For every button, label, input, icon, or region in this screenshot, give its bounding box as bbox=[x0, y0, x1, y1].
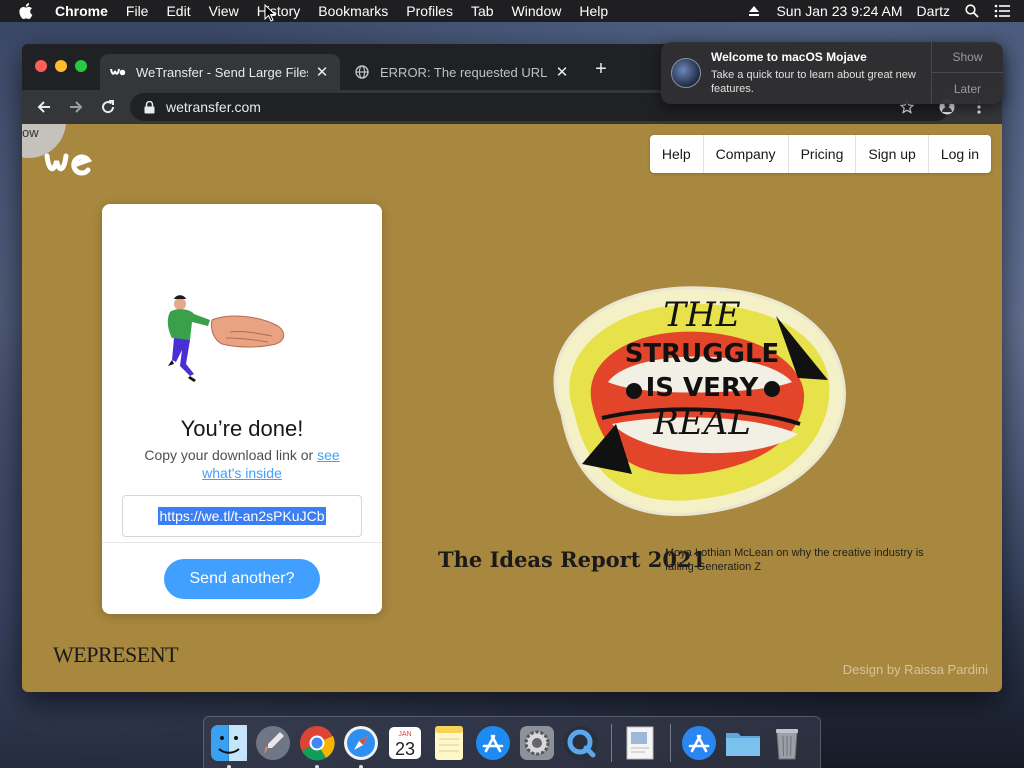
minimize-window-button[interactable] bbox=[55, 60, 67, 72]
new-tab-icon[interactable]: + bbox=[592, 59, 610, 79]
download-link-field[interactable]: https://we.tl/t-an2sPKuJCb bbox=[122, 495, 362, 537]
card-divider bbox=[102, 542, 382, 543]
menu-edit[interactable]: Edit bbox=[166, 3, 190, 19]
artwork-line-2: STRUGGLE bbox=[625, 339, 780, 369]
launchpad-icon[interactable] bbox=[253, 723, 293, 763]
system-preferences-icon[interactable] bbox=[517, 723, 557, 763]
nav-signup-link[interactable]: Sign up bbox=[856, 135, 929, 173]
top-navigation: Help Company Pricing Sign up Log in bbox=[649, 135, 991, 173]
done-heading: You’re done! bbox=[180, 416, 304, 441]
apple-menu-icon[interactable] bbox=[19, 3, 39, 19]
design-credit[interactable]: Design by Raissa Pardini bbox=[843, 662, 988, 677]
macos-notification[interactable]: Welcome to macOS Mojave Take a quick tou… bbox=[661, 42, 1003, 104]
nav-login-link[interactable]: Log in bbox=[929, 135, 991, 173]
menu-help[interactable]: Help bbox=[579, 3, 608, 19]
app-store-downloads-icon[interactable] bbox=[679, 723, 719, 763]
transfer-complete-card: You’re done! Copy your download link or … bbox=[102, 204, 382, 614]
nav-company-link[interactable]: Company bbox=[704, 135, 789, 173]
reload-icon[interactable] bbox=[97, 96, 119, 118]
back-arrow-icon[interactable] bbox=[33, 96, 55, 118]
url-text: wetransfer.com bbox=[166, 99, 261, 115]
menu-tab[interactable]: Tab bbox=[471, 3, 494, 19]
download-link-text[interactable]: https://we.tl/t-an2sPKuJCb bbox=[157, 507, 327, 525]
menubar-user[interactable]: Dartz bbox=[917, 3, 950, 19]
mojave-app-icon bbox=[671, 58, 701, 88]
menubar-clock[interactable]: Sun Jan 23 9:24 AM bbox=[776, 3, 902, 19]
running-indicator bbox=[315, 764, 319, 768]
dock-separator bbox=[611, 723, 612, 762]
report-description[interactable]: Moya Lothian McLean on why the creative … bbox=[665, 546, 945, 574]
struggle-artwork[interactable]: THE STRUGGLE IS VERY REAL bbox=[512, 264, 872, 534]
calendar-icon[interactable]: JAN 23 bbox=[385, 723, 425, 763]
running-indicator bbox=[227, 764, 231, 768]
quicktime-icon[interactable] bbox=[561, 723, 601, 763]
subtitle-text: Copy your download link or bbox=[144, 447, 318, 463]
eject-icon[interactable] bbox=[746, 3, 762, 19]
running-indicator bbox=[359, 764, 363, 768]
notes-icon[interactable] bbox=[429, 723, 469, 763]
folder-icon[interactable] bbox=[723, 723, 763, 763]
notification-body: Take a quick tour to learn about great n… bbox=[711, 69, 916, 95]
artwork-line-4: REAL bbox=[652, 403, 751, 443]
artwork-line-3: IS VERY bbox=[646, 373, 760, 403]
forward-arrow-icon[interactable] bbox=[65, 96, 87, 118]
page-corner-text: ow bbox=[22, 125, 39, 140]
tab-title: WeTransfer - Send Large Files bbox=[136, 64, 308, 80]
tab-title: ERROR: The requested URL co bbox=[380, 64, 548, 80]
close-tab-icon[interactable]: ✕ bbox=[314, 64, 330, 81]
menu-profiles[interactable]: Profiles bbox=[406, 3, 453, 19]
spotlight-search-icon[interactable] bbox=[964, 3, 980, 19]
menu-view[interactable]: View bbox=[209, 3, 239, 19]
menu-bookmarks[interactable]: Bookmarks bbox=[318, 3, 388, 19]
finder-icon[interactable] bbox=[209, 723, 249, 768]
notification-title: Welcome to macOS Mojave bbox=[711, 50, 867, 64]
wepresent-logo[interactable]: WEPRESENT bbox=[53, 642, 179, 668]
artwork-line-1: THE bbox=[663, 295, 740, 335]
dock-separator bbox=[670, 723, 671, 762]
preview-icon[interactable] bbox=[620, 723, 660, 763]
calendar-day: 23 bbox=[395, 739, 415, 759]
trash-icon[interactable] bbox=[767, 723, 807, 763]
tab-error[interactable]: ERROR: The requested URL co ✕ bbox=[344, 54, 580, 90]
menu-bar: Chrome File Edit View History Bookmarks … bbox=[0, 0, 1024, 22]
wetransfer-logo-icon[interactable] bbox=[44, 150, 93, 176]
done-subtitle: Copy your download link or see what's in… bbox=[132, 446, 352, 482]
safari-icon[interactable] bbox=[341, 723, 381, 768]
zoom-window-button[interactable] bbox=[75, 60, 87, 72]
dock: JAN 23 bbox=[203, 716, 821, 768]
notification-actions: Show Later bbox=[931, 42, 1003, 104]
handoff-illustration-icon bbox=[160, 290, 292, 386]
menu-window[interactable]: Window bbox=[512, 3, 562, 19]
lock-icon[interactable] bbox=[144, 100, 158, 114]
notification-center-icon[interactable] bbox=[994, 3, 1010, 19]
tab-wetransfer[interactable]: WeTransfer - Send Large Files ✕ bbox=[100, 54, 340, 90]
chrome-icon[interactable] bbox=[297, 723, 337, 768]
nav-help-link[interactable]: Help bbox=[650, 135, 704, 173]
send-another-button[interactable]: Send another? bbox=[164, 559, 320, 599]
close-window-button[interactable] bbox=[35, 60, 47, 72]
calendar-month: JAN bbox=[398, 731, 411, 738]
menu-app-name[interactable]: Chrome bbox=[55, 3, 108, 19]
later-button[interactable]: Later bbox=[932, 73, 1003, 104]
wetransfer-favicon-icon bbox=[110, 64, 126, 80]
mouse-cursor-icon bbox=[264, 3, 277, 22]
app-store-icon[interactable] bbox=[473, 723, 513, 763]
close-tab-icon[interactable]: ✕ bbox=[554, 64, 570, 81]
web-page: ow Help Company Pricing Sign up Log in Y… bbox=[22, 124, 1002, 692]
browser-window: WeTransfer - Send Large Files ✕ ERROR: T… bbox=[22, 44, 1002, 692]
show-button[interactable]: Show bbox=[932, 42, 1003, 73]
menu-file[interactable]: File bbox=[126, 3, 149, 19]
nav-pricing-link[interactable]: Pricing bbox=[789, 135, 857, 173]
globe-icon bbox=[354, 64, 370, 80]
